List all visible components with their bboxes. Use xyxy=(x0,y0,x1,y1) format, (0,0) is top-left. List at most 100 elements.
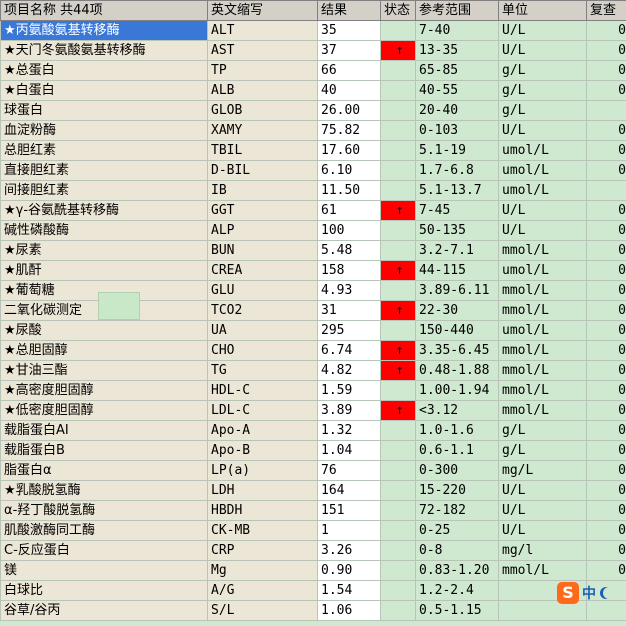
cell-review[interactable]: 0 xyxy=(586,360,626,381)
cell-result[interactable]: 1 xyxy=(317,520,381,541)
cell-status[interactable] xyxy=(380,580,416,601)
cell-range[interactable]: 0-103 xyxy=(415,120,499,141)
cell-result[interactable]: 1.06 xyxy=(317,600,381,621)
table-row[interactable]: 碱性磷酸酶 ALP 100 50-135 U/L 0 xyxy=(0,220,626,241)
high-flag-icon[interactable]: ↑ xyxy=(380,360,416,381)
cell-range[interactable]: 1.00-1.94 xyxy=(415,380,499,401)
cell-review[interactable]: 0 xyxy=(586,440,626,461)
cell-result[interactable]: 3.26 xyxy=(317,540,381,561)
table-row[interactable]: 间接胆红素 IB 11.50 5.1-13.7 umol/L xyxy=(0,180,626,201)
cell-result[interactable]: 26.00 xyxy=(317,100,381,121)
cell-abbr[interactable]: IB xyxy=(207,180,318,201)
cell-status[interactable] xyxy=(380,540,416,561)
cell-review[interactable]: 0 xyxy=(586,500,626,521)
table-row[interactable]: ★葡萄糖 GLU 4.93 3.89-6.11 mmol/L 0 xyxy=(0,280,626,301)
cell-name[interactable]: 载脂蛋白AⅠ xyxy=(0,420,208,441)
cell-status[interactable] xyxy=(380,100,416,121)
cell-abbr[interactable]: XAMY xyxy=(207,120,318,141)
cell-range[interactable]: 0-8 xyxy=(415,540,499,561)
cell-name[interactable]: ★甘油三酯 xyxy=(0,360,208,381)
cell-unit[interactable]: umol/L xyxy=(498,140,587,161)
cell-name[interactable]: 总胆红素 xyxy=(0,140,208,161)
cell-result[interactable]: 151 xyxy=(317,500,381,521)
cell-result[interactable]: 1.54 xyxy=(317,580,381,601)
cell-name[interactable]: ★肌酐 xyxy=(0,260,208,281)
col-header-result[interactable]: 结果 xyxy=(317,0,381,21)
cell-unit[interactable]: U/L xyxy=(498,500,587,521)
cell-status[interactable] xyxy=(380,500,416,521)
cell-status[interactable] xyxy=(380,440,416,461)
table-row[interactable]: ★乳酸脱氢酶 LDH 164 15-220 U/L 0 xyxy=(0,480,626,501)
cell-abbr[interactable]: LDH xyxy=(207,480,318,501)
cell-range[interactable]: 0-25 xyxy=(415,520,499,541)
cell-review[interactable]: 0 xyxy=(586,560,626,581)
cell-abbr[interactable]: GLOB xyxy=(207,100,318,121)
sogou-logo-icon[interactable]: S xyxy=(557,582,579,604)
cell-name[interactable]: ★尿酸 xyxy=(0,320,208,341)
col-header-abbr[interactable]: 英文缩写 xyxy=(207,0,318,21)
cell-unit[interactable]: U/L xyxy=(498,520,587,541)
table-row[interactable]: ★总胆固醇 CHO 6.74 ↑ 3.35-6.45 mmol/L 0 xyxy=(0,340,626,361)
cell-range[interactable]: 13-35 xyxy=(415,40,499,61)
cell-name[interactable]: ★白蛋白 xyxy=(0,80,208,101)
cell-review[interactable]: 0 xyxy=(586,520,626,541)
cell-range[interactable]: 5.1-19 xyxy=(415,140,499,161)
cell-name[interactable]: 碱性磷酸酶 xyxy=(0,220,208,241)
cell-unit[interactable]: mmol/L xyxy=(498,280,587,301)
cell-status[interactable] xyxy=(380,120,416,141)
high-flag-icon[interactable]: ↑ xyxy=(380,340,416,361)
cell-name[interactable]: 谷草/谷丙 xyxy=(0,600,208,621)
table-row[interactable]: ★尿素 BUN 5.48 3.2-7.1 mmol/L 0 xyxy=(0,240,626,261)
table-row[interactable]: ★肌酐 CREA 158 ↑ 44-115 umol/L 0 xyxy=(0,260,626,281)
cell-unit[interactable]: U/L xyxy=(498,480,587,501)
cell-unit[interactable]: umol/L xyxy=(498,180,587,201)
cell-result[interactable]: 1.32 xyxy=(317,420,381,441)
table-row[interactable]: 脂蛋白α LP(a) 76 0-300 mg/L 0 xyxy=(0,460,626,481)
cell-status[interactable] xyxy=(380,160,416,181)
cell-result[interactable]: 31 xyxy=(317,300,381,321)
cell-review[interactable]: 0 xyxy=(586,280,626,301)
cell-name[interactable]: ★高密度胆固醇 xyxy=(0,380,208,401)
cell-range[interactable]: 0-300 xyxy=(415,460,499,481)
high-flag-icon[interactable]: ↑ xyxy=(380,400,416,421)
cell-status[interactable] xyxy=(380,520,416,541)
cell-result[interactable]: 3.89 xyxy=(317,400,381,421)
cell-result[interactable]: 1.59 xyxy=(317,380,381,401)
cell-unit[interactable]: g/L xyxy=(498,420,587,441)
table-row[interactable]: 血淀粉酶 XAMY 75.82 0-103 U/L 0 xyxy=(0,120,626,141)
cell-range[interactable]: <3.12 xyxy=(415,400,499,421)
cell-result[interactable]: 35 xyxy=(317,20,381,41)
cell-unit[interactable]: mg/L xyxy=(498,460,587,481)
cell-abbr[interactable]: CK-MB xyxy=(207,520,318,541)
cell-unit[interactable]: g/L xyxy=(498,80,587,101)
cell-abbr[interactable]: LP(a) xyxy=(207,460,318,481)
col-header-review[interactable]: 复查 xyxy=(586,0,626,21)
cell-result[interactable]: 40 xyxy=(317,80,381,101)
cell-abbr[interactable]: D-BIL xyxy=(207,160,318,181)
ime-language-indicator[interactable]: 中 xyxy=(582,583,596,603)
cell-name[interactable]: C-反应蛋白 xyxy=(0,540,208,561)
cell-range[interactable]: 1.0-1.6 xyxy=(415,420,499,441)
cell-range[interactable]: 40-55 xyxy=(415,80,499,101)
cell-review[interactable]: 0 xyxy=(586,260,626,281)
cell-review[interactable]: 0 xyxy=(586,120,626,141)
table-row[interactable]: 二氧化碳测定 TCO2 31 ↑ 22-30 mmol/L 0 xyxy=(0,300,626,321)
cell-result[interactable]: 6.10 xyxy=(317,160,381,181)
high-flag-icon[interactable]: ↑ xyxy=(380,40,416,61)
cell-status[interactable] xyxy=(380,420,416,441)
cell-status[interactable] xyxy=(380,140,416,161)
ime-toolbar[interactable]: S 中 xyxy=(557,580,626,606)
cell-name[interactable]: ★乳酸脱氢酶 xyxy=(0,480,208,501)
table-row[interactable]: 球蛋白 GLOB 26.00 20-40 g/L xyxy=(0,100,626,121)
cell-result[interactable]: 5.48 xyxy=(317,240,381,261)
cell-range[interactable]: 20-40 xyxy=(415,100,499,121)
cell-unit[interactable]: mmol/L xyxy=(498,380,587,401)
cell-unit[interactable]: mg/l xyxy=(498,540,587,561)
cell-result[interactable]: 158 xyxy=(317,260,381,281)
cell-review[interactable] xyxy=(586,180,626,201)
cell-abbr[interactable]: Apo-B xyxy=(207,440,318,461)
cell-status[interactable] xyxy=(380,380,416,401)
cell-review[interactable]: 0 xyxy=(586,140,626,161)
col-header-unit[interactable]: 单位 xyxy=(498,0,587,21)
cell-review[interactable]: 0 xyxy=(586,60,626,81)
